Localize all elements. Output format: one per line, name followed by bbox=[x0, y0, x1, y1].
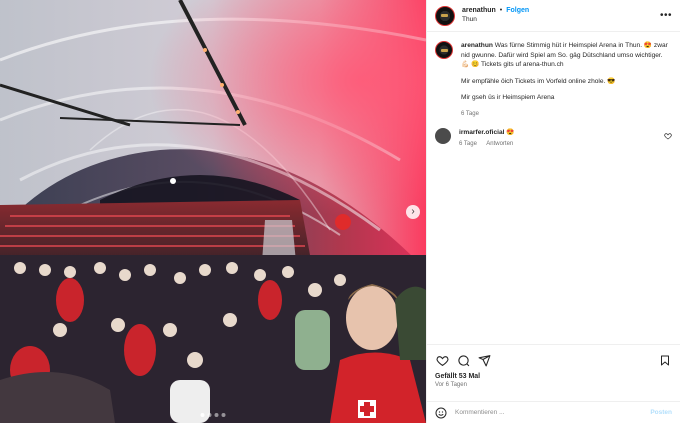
action-bar: Gefällt 53 Mal Vor 6 Tagen bbox=[427, 344, 680, 388]
caption-time[interactable]: 6 Tage bbox=[461, 111, 479, 117]
post-time[interactable]: Vor 6 Tagen bbox=[435, 382, 672, 388]
caption-username[interactable]: arenathun bbox=[461, 42, 493, 49]
caption-paragraph-3: Mir gseh üs ir Heimspiem Arena bbox=[461, 94, 555, 102]
account-info: arenathun • Folgen Thun bbox=[462, 7, 529, 24]
more-options-icon[interactable]: ••• bbox=[660, 10, 672, 21]
caption-avatar[interactable] bbox=[435, 41, 453, 59]
carousel-dot bbox=[207, 413, 212, 417]
comments-section: arenathun Was fürne Stimmig hüt ir Heims… bbox=[427, 33, 680, 343]
reply-text: 😍 bbox=[506, 129, 515, 137]
reply-time[interactable]: 6 Tage bbox=[459, 141, 477, 147]
action-icons bbox=[435, 351, 672, 369]
caption-body: arenathun Was fürne Stimmig hüt ir Heims… bbox=[461, 41, 672, 118]
reply-meta: 6 Tage Antworten bbox=[459, 140, 521, 149]
comment-bubble-icon[interactable] bbox=[456, 353, 470, 367]
carousel-dots bbox=[200, 413, 226, 417]
reply-comment: irmarfer.oficial 😍 6 Tage Antworten bbox=[435, 128, 672, 148]
reply-button[interactable]: Antworten bbox=[486, 141, 513, 147]
reply-body: irmarfer.oficial 😍 6 Tage Antworten bbox=[459, 128, 521, 148]
caption-paragraph-1: arenathun Was fürne Stimmig hüt ir Heims… bbox=[461, 41, 672, 70]
carousel-dot bbox=[214, 413, 219, 417]
comment-input[interactable] bbox=[455, 409, 651, 416]
post-comment-button[interactable]: Posten bbox=[650, 409, 672, 416]
post-sidebar: arenathun • Folgen Thun ••• arenathun Wa… bbox=[426, 0, 680, 423]
share-send-icon[interactable] bbox=[477, 353, 491, 367]
account-username[interactable]: arenathun bbox=[462, 7, 496, 14]
carousel-dot bbox=[221, 413, 226, 417]
likes-count[interactable]: Gefällt 53 Mal bbox=[435, 373, 672, 380]
post-header: arenathun • Folgen Thun ••• bbox=[427, 0, 680, 32]
location-link[interactable]: Thun bbox=[462, 16, 529, 24]
like-heart-icon[interactable] bbox=[435, 353, 449, 367]
bookmark-save-icon[interactable] bbox=[658, 353, 672, 367]
account-avatar[interactable] bbox=[435, 5, 455, 26]
reply-avatar[interactable] bbox=[435, 128, 451, 145]
comment-composer: Posten bbox=[427, 401, 680, 423]
post-photo[interactable]: › bbox=[0, 0, 426, 423]
separator-dot: • bbox=[499, 7, 503, 15]
carousel-dot bbox=[200, 413, 205, 417]
caption-meta: 6 Tage bbox=[461, 110, 672, 119]
next-slide-button[interactable]: › bbox=[406, 205, 420, 219]
caption-paragraph-2: Mir empfähle öich Tickets im Vorfeld onl… bbox=[461, 77, 616, 85]
arena-crowd-photo bbox=[0, 0, 426, 423]
caption-comment: arenathun Was fürne Stimmig hüt ir Heims… bbox=[435, 41, 672, 118]
comment-like-heart-icon[interactable] bbox=[664, 132, 672, 142]
emoji-icon[interactable] bbox=[435, 407, 447, 419]
caption-text-1: Was fürne Stimmig hüt ir Heimspiel Arena… bbox=[461, 42, 668, 69]
reply-username[interactable]: irmarfer.oficial bbox=[459, 129, 504, 136]
follow-button[interactable]: Folgen bbox=[506, 7, 529, 14]
instagram-post-modal: › arenathun • Folgen Thun ••• arenathun … bbox=[0, 0, 680, 423]
